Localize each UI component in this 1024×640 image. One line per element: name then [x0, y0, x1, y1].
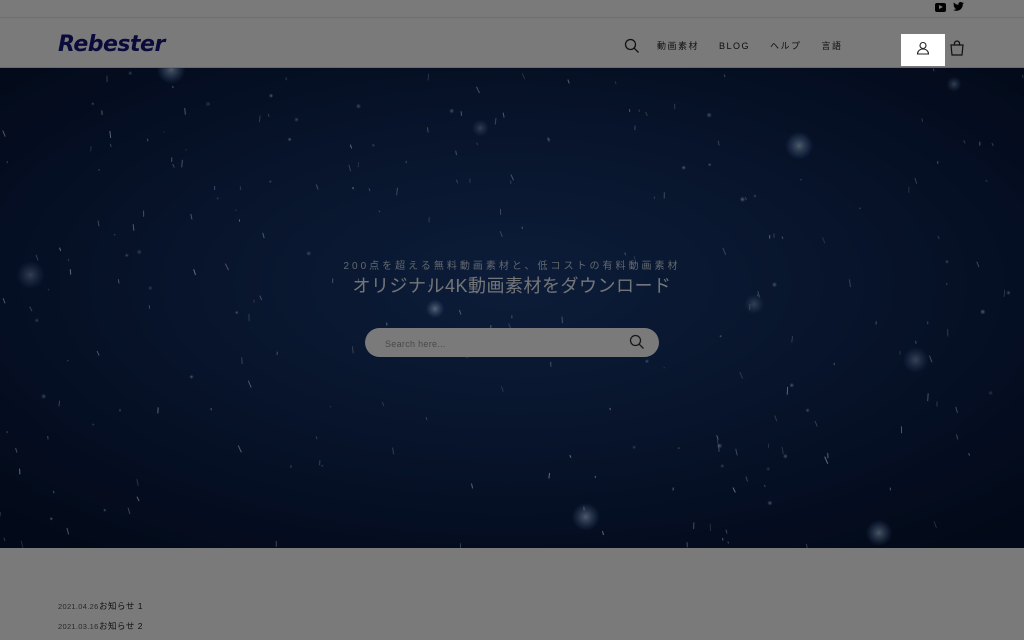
particle-background [0, 68, 1024, 548]
user-icon [916, 41, 930, 60]
nav-item-video-assets[interactable]: 動画素材 [657, 38, 699, 54]
news-date: 2021.04.26 [58, 601, 99, 611]
cart-icon[interactable] [949, 40, 965, 61]
account-button[interactable] [901, 34, 945, 66]
news-title[interactable]: お知らせ 1 [99, 600, 143, 612]
youtube-icon[interactable] [935, 3, 946, 12]
social-bar [0, 0, 1024, 18]
hero-title: オリジナル4K動画素材をダウンロード [352, 276, 672, 296]
social-links [935, 2, 964, 12]
site-header: Rebester 動画素材 BLOG ヘルプ 言語 [0, 18, 1024, 68]
news-title[interactable]: お知らせ 2 [99, 620, 143, 632]
nav-item-blog[interactable]: BLOG [719, 38, 750, 54]
hero-search-bar [365, 328, 659, 359]
list-item[interactable]: 2021.03.16 お知らせ 2 [58, 616, 143, 636]
hero-subtitle: 200点を超える無料動画素材と、低コストの有料動画素材 [343, 261, 681, 272]
nav-item-help[interactable]: ヘルプ [770, 38, 802, 54]
main-nav: 動画素材 BLOG ヘルプ 言語 [624, 38, 863, 54]
search-input[interactable] [383, 328, 617, 359]
news-date: 2021.03.16 [58, 621, 99, 631]
logo-text: Rebester [58, 32, 165, 57]
site-logo[interactable]: Rebester [58, 34, 165, 56]
twitter-icon[interactable] [953, 2, 964, 12]
search-submit-icon[interactable] [629, 334, 645, 350]
search-icon[interactable] [624, 38, 640, 54]
nav-item-language[interactable]: 言語 [822, 38, 843, 54]
news-list: 2021.04.26 お知らせ 1 2021.03.16 お知らせ 2 [58, 596, 143, 636]
hero-banner: 200点を超える無料動画素材と、低コストの有料動画素材 オリジナル4K動画素材を… [0, 68, 1024, 548]
list-item[interactable]: 2021.04.26 お知らせ 1 [58, 596, 143, 616]
